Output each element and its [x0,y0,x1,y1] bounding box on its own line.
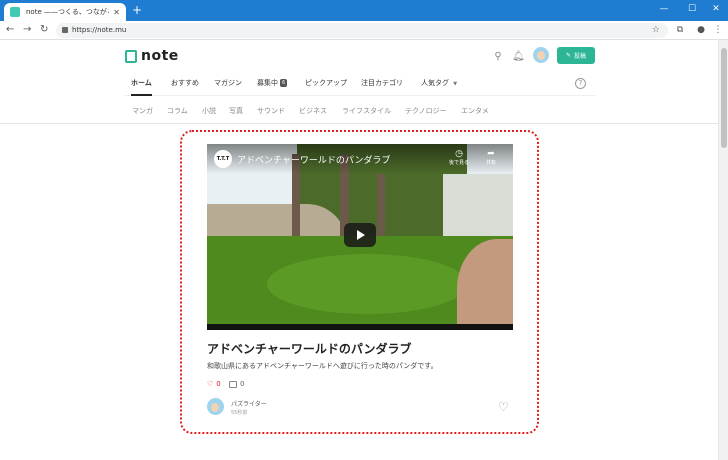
post-button-label: 投稿 [574,53,587,60]
user-avatar[interactable] [533,47,549,63]
main-nav-recommend[interactable]: おすすめ [171,72,199,96]
category-business[interactable]: ビジネス [299,105,327,117]
video-title[interactable]: アドベンチャーワールドのパンダラブ [237,153,390,166]
play-button[interactable] [344,223,376,247]
category-sound[interactable]: サウンド [257,105,285,117]
browser-tab[interactable]: note ——つくる、つながる、とどける。 ✕ [4,3,126,21]
browser-titlebar: note ——つくる、つながる、とどける。 ✕ + — ☐ ✕ [0,0,728,21]
forward-icon[interactable]: → [23,23,31,37]
category-manga[interactable]: マンガ [132,105,153,117]
maximize-icon[interactable]: ☐ [684,2,700,16]
new-tab-button[interactable]: + [130,3,144,17]
profile-icon[interactable]: ● [695,24,707,36]
main-nav-popular-tags-label: 人気タグ [421,79,449,87]
url-text[interactable]: https://note.mu [72,24,126,37]
like-count-value: 0 [216,380,221,388]
heart-icon: ♡ [207,380,214,388]
main-nav: ホーム おすすめ マガジン 募集中 6 ピックアップ 注目カテゴリ 人気タグ ▼ [125,72,595,96]
share-label: 共有 [485,160,496,166]
share-button[interactable]: ➦ 共有 [473,149,509,167]
main-nav-pickup[interactable]: ピックアップ [305,72,347,96]
watch-later-label: 後で見る [448,160,469,166]
author-avatar[interactable] [207,398,224,415]
address-bar[interactable]: https://note.mu ☆ [56,23,668,38]
video-tree-trunk [377,174,385,238]
like-heart-icon[interactable]: ♡ [498,400,509,414]
bookmark-star-icon[interactable]: ☆ [652,23,660,38]
caret-down-icon: ▼ [453,81,458,87]
main-nav-recruiting-label: 募集中 [257,79,278,87]
minimize-icon[interactable]: — [656,2,672,16]
back-icon[interactable]: ← [6,23,14,37]
notification-bell-icon[interactable]: 🔔︎ [512,51,525,63]
help-icon[interactable]: ? [575,78,586,89]
note-logo[interactable]: note [125,48,179,64]
main-nav-recruiting[interactable]: 募集中 6 [257,72,288,96]
menu-icon[interactable]: ⋮ [712,24,724,36]
video-bottom-bar [207,324,513,330]
channel-avatar[interactable]: T.T.T [214,150,232,168]
recruiting-count-badge: 6 [280,79,288,87]
category-lifestyle[interactable]: ライフスタイル [342,105,391,117]
comment-count-value: 0 [240,380,245,388]
close-icon[interactable]: ✕ [113,8,120,17]
post-button[interactable]: ✎ 投稿 [557,47,595,64]
window-close-icon[interactable]: ✕ [708,2,724,16]
watch-later-button[interactable]: ◷ 後で見る [441,149,477,167]
category-technology[interactable]: テクノロジー [405,105,447,117]
article-description: 和歌山県にあるアドベンチャーワールドへ遊びに行った時のパンダです。 [207,362,438,370]
search-icon[interactable]: ⚲ [492,51,504,63]
main-nav-popular-tags[interactable]: 人気タグ ▼ [421,72,457,96]
note-logo-icon [125,49,137,63]
share-arrow-icon: ➦ [487,149,495,159]
play-icon [357,230,365,240]
main-nav-featured-category[interactable]: 注目カテゴリ [361,72,403,96]
avatar-face [537,51,545,60]
comment-icon [229,380,237,388]
category-column[interactable]: コラム [167,105,188,117]
scrollbar[interactable] [718,40,728,460]
category-nav: マンガ コラム 小説 写真 サウンド ビジネス ライフスタイル テクノロジー エ… [0,98,718,124]
lock-icon [62,27,68,33]
pencil-icon: ✎ [565,52,571,59]
tab-title: note ——つくる、つながる、とどける。 [26,8,109,16]
extension-icon[interactable]: ⧉ [674,24,686,36]
embedded-video[interactable]: T.T.T アドベンチャーワールドのパンダラブ ◷ 後で見る ➦ 共有 [207,144,513,330]
category-entertainment[interactable]: エンタメ [461,105,489,117]
article-title[interactable]: アドベンチャーワールドのパンダラブ [207,340,411,357]
like-count[interactable]: ♡ 0 [207,380,221,388]
clock-icon: ◷ [455,149,463,159]
post-time: 55秒前 [231,410,248,416]
category-novel[interactable]: 小説 [202,105,216,117]
main-nav-magazine[interactable]: マガジン [214,72,242,96]
scrollbar-thumb[interactable] [721,48,727,148]
note-favicon-icon [10,7,20,17]
logo-text: note [141,48,179,64]
reload-icon[interactable]: ↻ [40,23,48,37]
video-grass-highlight [267,254,467,314]
author-name[interactable]: パズライター [231,399,267,408]
category-photo[interactable]: 写真 [229,105,243,117]
browser-toolbar: ← → ↻ https://note.mu ☆ ⧉ ● ⋮ [0,21,728,40]
comment-count[interactable]: 0 [229,380,244,388]
avatar-face [211,403,219,412]
main-nav-home[interactable]: ホーム [131,72,152,96]
